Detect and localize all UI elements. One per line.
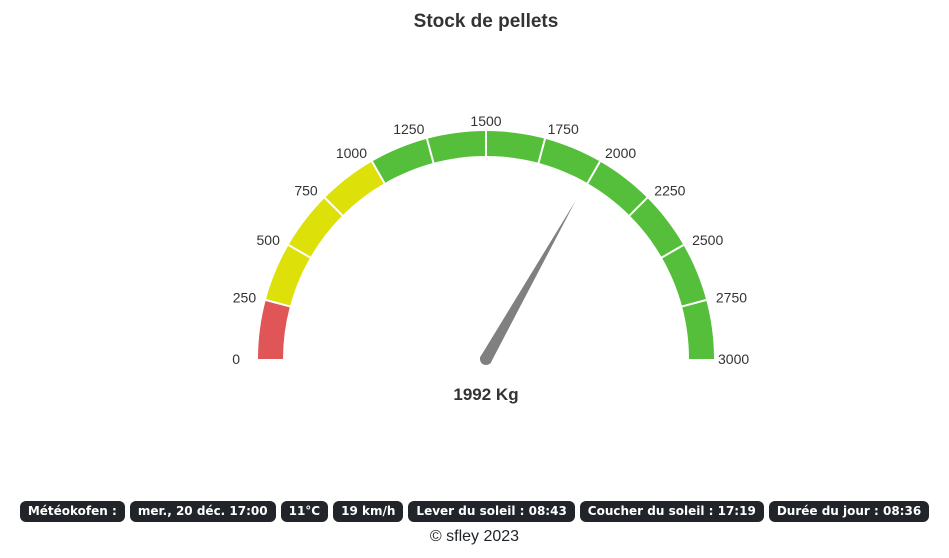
- date-badge: mer., 20 déc. 17:00: [129, 501, 276, 522]
- gauge-tick-label: 2500: [692, 232, 723, 248]
- gauge-tick-label: 250: [233, 289, 257, 305]
- gauge-tick-label: 1250: [393, 121, 424, 137]
- gauge-tick-label: 500: [257, 232, 281, 248]
- gauge-tick-label: 750: [294, 183, 318, 199]
- gauge-band-1: [265, 161, 385, 307]
- gauge-tick-label: 2750: [716, 289, 747, 305]
- gauge-needle: [479, 200, 576, 364]
- gauge-svg: Stock de pellets 0 250 500 750 1000 1250 1500 1…: [232, 11, 749, 404]
- gauge-band-0: [258, 299, 290, 359]
- temperature-badge: 11°C: [280, 501, 329, 522]
- sunset-badge: Coucher du soleil : 17:19: [579, 501, 764, 522]
- gauge-tick-label: 1500: [470, 113, 501, 129]
- footer-copyright: © sfley 2023: [429, 528, 520, 545]
- chart-title: Stock de pellets: [414, 11, 559, 32]
- meteo-label-badge: Météokofen :: [19, 501, 125, 522]
- gauge-chart: Stock de pellets 0 250 500 750 1000 1250 1500 1…: [0, 0, 949, 470]
- gauge-tick-label: 2000: [605, 145, 636, 161]
- gauge-tick-label: 1750: [548, 121, 579, 137]
- gauge-tick-label: 0: [232, 351, 240, 367]
- gauge-tick-label: 1000: [336, 145, 367, 161]
- gauge-pivot: [480, 353, 492, 365]
- wind-badge: 19 km/h: [333, 501, 404, 522]
- gauge-tick-label: 2250: [654, 183, 685, 199]
- gauge-band-2: [372, 131, 714, 359]
- gauge-value-label: 1992 Kg: [453, 385, 518, 404]
- gauge-tick-label: 3000: [718, 351, 749, 367]
- day-length-badge: Durée du jour : 08:36: [768, 501, 930, 522]
- weather-info-bar: Météokofen : mer., 20 déc. 17:00 11°C 19…: [0, 501, 949, 522]
- sunrise-badge: Lever du soleil : 08:43: [408, 501, 575, 522]
